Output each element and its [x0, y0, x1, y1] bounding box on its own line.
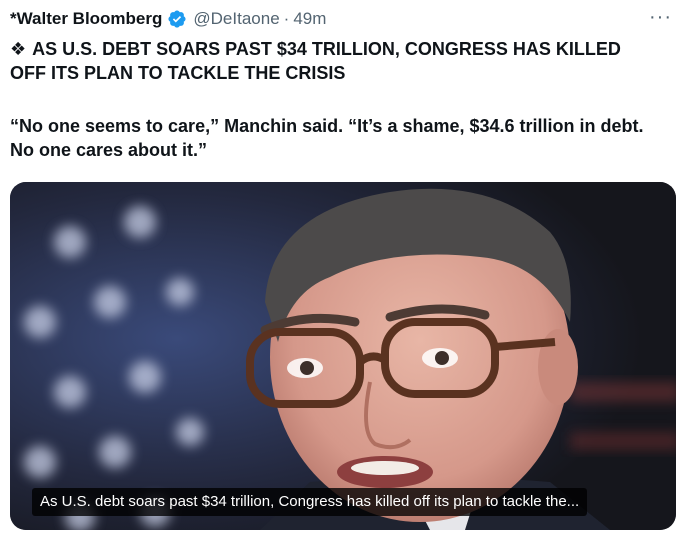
- headline-text: AS U.S. DEBT SOARS PAST $34 TRILLION, CO…: [10, 39, 621, 83]
- tweet-quote: “No one seems to care,” Manchin said. “I…: [10, 116, 644, 160]
- meta-separator: ·: [283, 9, 290, 28]
- more-options-icon[interactable]: ···: [649, 6, 672, 29]
- media-caption: As U.S. debt soars past $34 trillion, Co…: [32, 488, 588, 516]
- diamond-bullet-icon: ❖: [10, 39, 27, 59]
- photo-illustration: [10, 182, 676, 530]
- tweet-timestamp[interactable]: 49m: [293, 9, 326, 29]
- author-handle[interactable]: @DeItaone: [193, 9, 279, 29]
- tweet-header: *Walter Bloomberg @DeItaone · 49m ···: [10, 6, 676, 32]
- tweet-media[interactable]: As U.S. debt soars past $34 trillion, Co…: [10, 182, 676, 530]
- verified-badge-icon: [168, 10, 186, 28]
- author-name[interactable]: *Walter Bloomberg: [10, 9, 162, 29]
- tweet-headline: ❖ AS U.S. DEBT SOARS PAST $34 TRILLION, C…: [10, 37, 660, 85]
